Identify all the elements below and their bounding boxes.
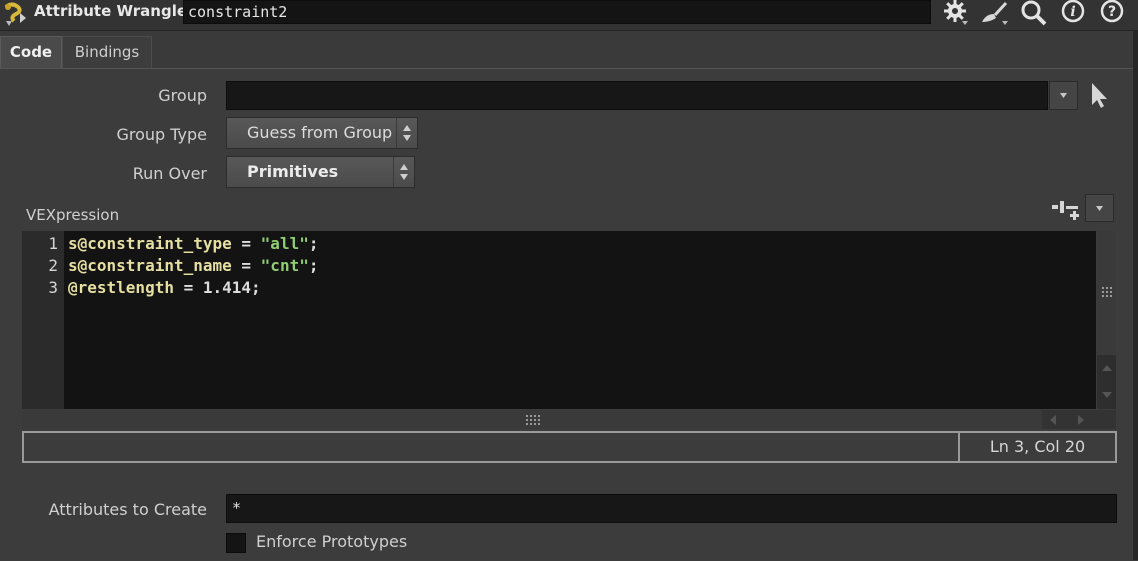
- line-number-gutter: 1 2 3: [22, 231, 64, 409]
- code-operator: =: [231, 234, 261, 253]
- attributes-to-create-input[interactable]: *: [226, 494, 1117, 523]
- editor-horizontal-scrollbar[interactable]: [22, 410, 1116, 429]
- search-icon[interactable]: [1019, 0, 1049, 26]
- editor-vertical-scrollbar[interactable]: [1097, 231, 1116, 409]
- code-line[interactable]: @restlength = 1.414;: [68, 278, 261, 297]
- code-variable: s@constraint_type: [68, 234, 232, 253]
- node-name-field[interactable]: constraint2: [183, 0, 931, 24]
- group-dropdown-button[interactable]: [1049, 81, 1078, 110]
- chevron-down-icon: [1060, 93, 1067, 98]
- attributes-to-create-label: Attributes to Create: [48, 500, 207, 519]
- code-string: "all": [260, 234, 309, 253]
- scroll-left-icon[interactable]: [1049, 415, 1057, 425]
- tab-bindings[interactable]: Bindings: [62, 36, 152, 68]
- grip-icon: [526, 415, 540, 425]
- code-terminator: ;: [308, 256, 319, 275]
- insert-snippet-icon[interactable]: [1050, 197, 1082, 225]
- code-string: "cnt": [260, 256, 309, 275]
- scroll-down-icon[interactable]: [1102, 391, 1112, 399]
- code-number: 1.414: [202, 278, 252, 297]
- code-terminator: ;: [251, 278, 261, 297]
- code-variable: s@constraint_name: [68, 256, 232, 275]
- line-number: 2: [48, 256, 58, 275]
- info-icon[interactable]: i: [1058, 0, 1088, 26]
- code-operator: =: [231, 256, 261, 275]
- cursor-position: Ln 3, Col 20: [958, 433, 1115, 461]
- run-over-value: Primitives: [247, 162, 339, 181]
- group-type-menu[interactable]: Guess from Group: [226, 117, 418, 149]
- wrangle-node-icon[interactable]: [2, 1, 30, 27]
- updown-arrows-icon: [393, 157, 414, 187]
- editor-status-bar: [22, 431, 1117, 463]
- enforce-prototypes-checkbox[interactable]: [226, 533, 246, 553]
- run-over-label: Run Over: [132, 164, 207, 183]
- group-type-value: Guess from Group: [247, 123, 393, 142]
- gear-icon[interactable]: [940, 0, 970, 26]
- line-number: 1: [48, 234, 58, 253]
- updown-arrows-icon: [396, 118, 417, 148]
- scroll-right-icon[interactable]: [1077, 415, 1085, 425]
- group-label: Group: [158, 86, 207, 105]
- grip-icon: [1102, 287, 1112, 297]
- code-operator: =: [173, 278, 203, 297]
- run-over-menu[interactable]: Primitives: [226, 156, 415, 188]
- snippet-dropdown-button[interactable]: [1085, 194, 1114, 222]
- code-line[interactable]: s@constraint_name = "cnt";: [68, 256, 318, 275]
- select-arrow-icon[interactable]: [1088, 81, 1112, 109]
- enforce-prototypes-label: Enforce Prototypes: [256, 532, 408, 551]
- scroll-up-icon[interactable]: [1102, 364, 1112, 372]
- node-type-label: Attribute Wrangle: [34, 2, 188, 20]
- vexpression-label: VEXpression: [26, 206, 120, 224]
- code-line[interactable]: s@constraint_type = "all";: [68, 234, 318, 253]
- svg-text:?: ?: [1108, 4, 1116, 20]
- group-type-label: Group Type: [116, 125, 207, 144]
- brush-icon[interactable]: [980, 0, 1010, 26]
- group-input[interactable]: [226, 81, 1048, 110]
- line-number: 3: [48, 278, 58, 297]
- tab-code[interactable]: Code: [0, 36, 62, 68]
- chevron-down-icon: [1096, 206, 1103, 211]
- help-icon[interactable]: ?: [1097, 0, 1127, 26]
- svg-text:i: i: [1070, 4, 1075, 20]
- code-terminator: ;: [308, 234, 319, 253]
- panel-scrollbar[interactable]: [1133, 31, 1138, 560]
- code-variable: @restlength: [68, 278, 174, 297]
